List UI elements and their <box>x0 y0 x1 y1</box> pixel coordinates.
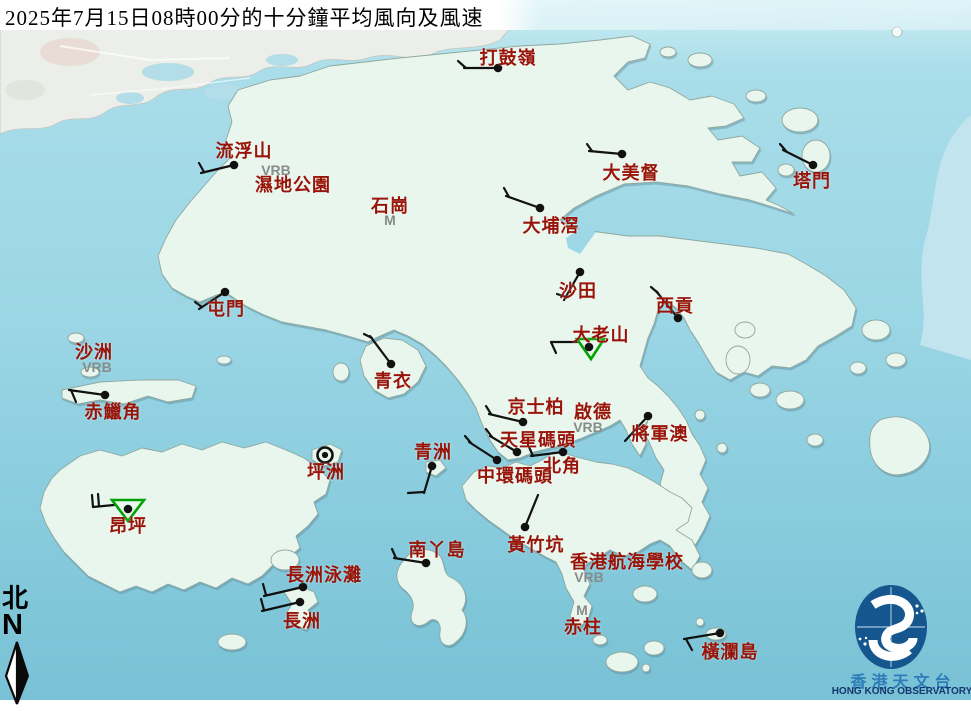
hko-logo-icon <box>833 582 953 674</box>
sha-chau-islet <box>81 367 99 377</box>
north-compass: 北 N <box>2 586 42 711</box>
tap-mun-islet <box>802 140 830 172</box>
waglan-islet <box>706 628 726 640</box>
map-title: 2025年7月15日08時00分的十分鐘平均風向及風速 <box>5 2 484 32</box>
ma-wan <box>333 363 349 381</box>
shek-kwu-chau <box>218 634 246 650</box>
hko-wind-map-page: { "title": "2025年7月15日08時00分的十分鐘平均風向及風速"… <box>0 0 971 700</box>
hei-ling-chau <box>271 550 299 570</box>
tung-lung <box>692 562 712 578</box>
north-arrow-icon <box>2 640 38 706</box>
hong-kong-map <box>0 0 971 700</box>
north-label-en: N <box>2 612 42 638</box>
hko-name-en: HONG KONG OBSERVATORY <box>831 686 971 697</box>
title-bar: 2025年7月15日08時00分的十分鐘平均風向及風速 <box>0 0 971 30</box>
